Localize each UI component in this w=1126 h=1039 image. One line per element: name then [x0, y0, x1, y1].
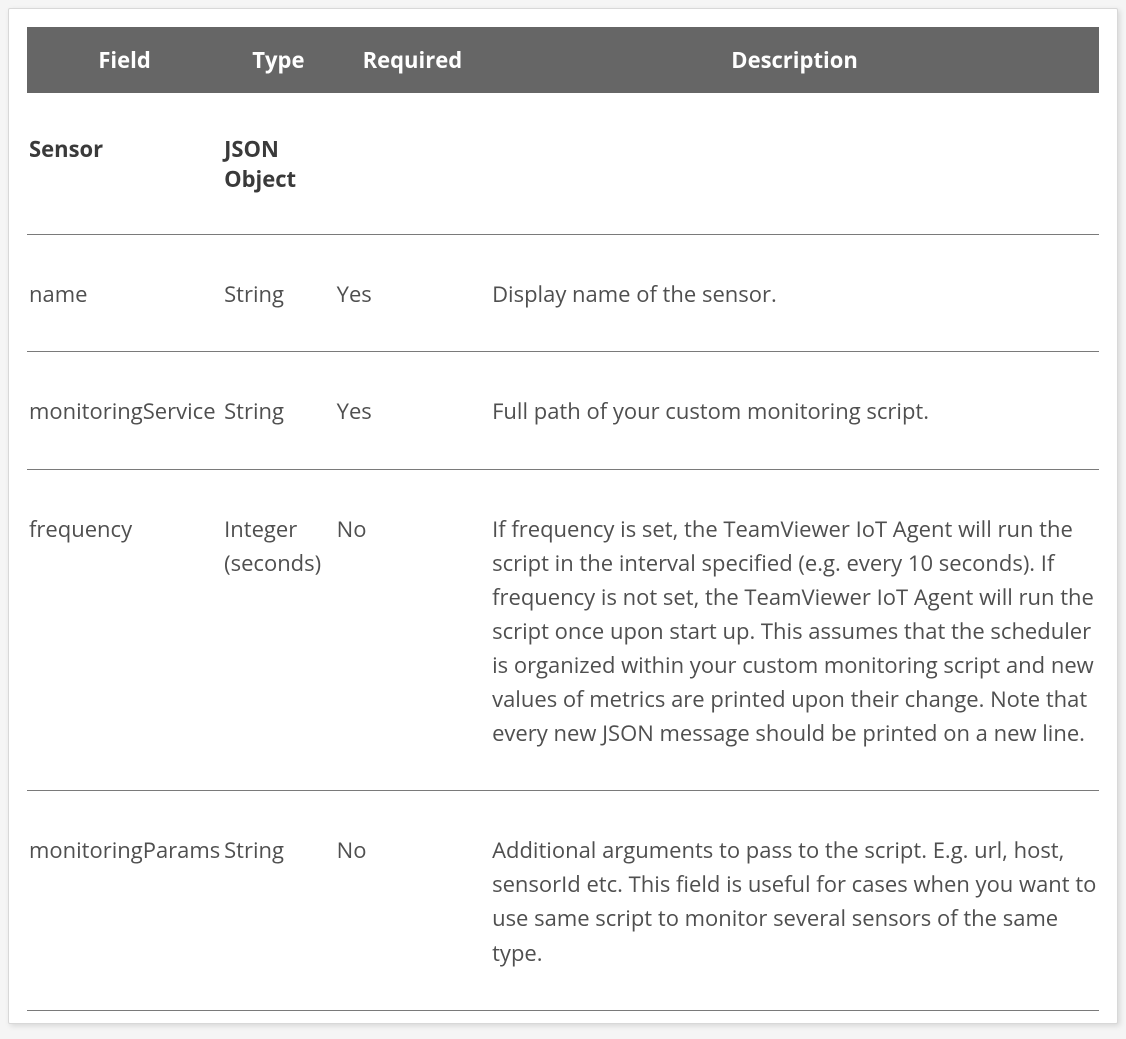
- cell-type: String: [222, 791, 335, 1010]
- cell-type: String: [222, 352, 335, 469]
- table-row: monitoringParams String No Additional ar…: [27, 791, 1099, 1010]
- cell-description: If frequency is set, the TeamViewer IoT …: [490, 469, 1099, 791]
- table-row: Sensor JSON Object: [27, 93, 1099, 235]
- cell-required: No: [335, 791, 490, 1010]
- cell-field: monitoringParams: [27, 791, 222, 1010]
- cell-type: String: [222, 235, 335, 352]
- cell-required: [335, 93, 490, 235]
- cell-type: Integer (seconds): [222, 469, 335, 791]
- cell-description: [490, 93, 1099, 235]
- cell-field: monitoringService: [27, 352, 222, 469]
- header-field: Field: [27, 27, 222, 93]
- table-body: Sensor JSON Object name String Yes Displ…: [27, 93, 1099, 1010]
- cell-description: Full path of your custom monitoring scri…: [490, 352, 1099, 469]
- cell-required: Yes: [335, 352, 490, 469]
- header-required: Required: [335, 27, 490, 93]
- table-row: frequency Integer (seconds) No If freque…: [27, 469, 1099, 791]
- cell-description: Additional arguments to pass to the scri…: [490, 791, 1099, 1010]
- cell-required: Yes: [335, 235, 490, 352]
- cell-description: Display name of the sensor.: [490, 235, 1099, 352]
- cell-type: JSON Object: [222, 93, 335, 235]
- cell-field: Sensor: [27, 93, 222, 235]
- cell-field: frequency: [27, 469, 222, 791]
- field-table: Field Type Required Description Sensor J…: [27, 27, 1099, 1011]
- table-row: monitoringService String Yes Full path o…: [27, 352, 1099, 469]
- cell-field: name: [27, 235, 222, 352]
- header-type: Type: [222, 27, 335, 93]
- table-row: name String Yes Display name of the sens…: [27, 235, 1099, 352]
- api-table-card: Field Type Required Description Sensor J…: [8, 8, 1118, 1024]
- table-header: Field Type Required Description: [27, 27, 1099, 93]
- header-description: Description: [490, 27, 1099, 93]
- cell-required: No: [335, 469, 490, 791]
